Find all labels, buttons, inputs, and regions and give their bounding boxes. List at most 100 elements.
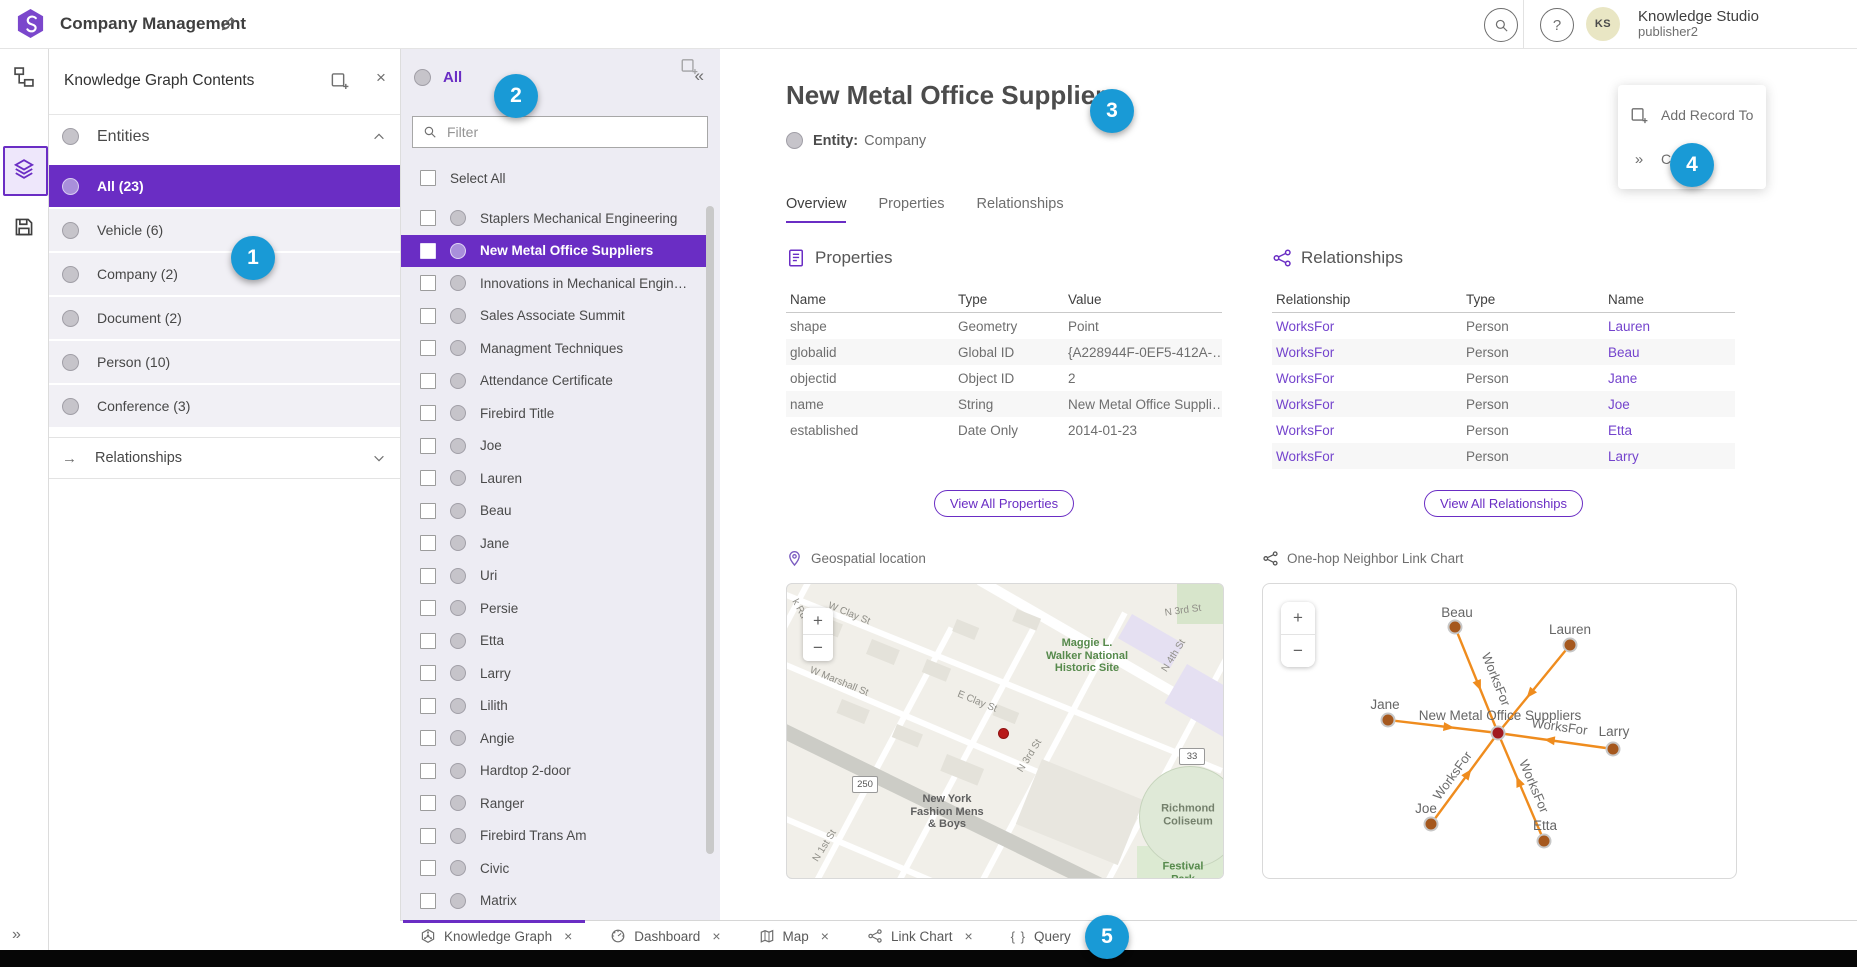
edit-title-icon[interactable] bbox=[220, 15, 237, 32]
graph-node[interactable] bbox=[1425, 818, 1438, 831]
tab-properties[interactable]: Properties bbox=[878, 196, 944, 223]
graph-node[interactable] bbox=[1538, 835, 1551, 848]
filter-input[interactable] bbox=[445, 123, 707, 141]
close-icon[interactable]: × bbox=[964, 928, 972, 944]
record-link[interactable]: WorksFor bbox=[1272, 391, 1462, 417]
checkbox[interactable] bbox=[420, 730, 436, 746]
record-link[interactable]: WorksFor bbox=[1272, 417, 1462, 443]
entity-list-item[interactable]: Ranger bbox=[400, 787, 706, 820]
bottom-tab-map[interactable]: Map× bbox=[759, 928, 829, 944]
entity-list-item[interactable]: Etta bbox=[400, 625, 706, 658]
graph-node[interactable] bbox=[1382, 714, 1395, 727]
record-link[interactable]: Etta bbox=[1604, 417, 1735, 443]
entity-list-item[interactable]: Matrix bbox=[400, 885, 706, 918]
bottom-tab-query[interactable]: { }Query bbox=[1011, 929, 1071, 944]
checkbox[interactable] bbox=[420, 308, 436, 324]
record-location-marker[interactable] bbox=[998, 728, 1009, 739]
entity-list-item[interactable]: Angie bbox=[400, 722, 706, 755]
help-button[interactable]: ? bbox=[1540, 8, 1574, 42]
record-link[interactable]: WorksFor bbox=[1272, 443, 1462, 469]
checkbox[interactable] bbox=[420, 795, 436, 811]
entity-list-item[interactable]: Managment Techniques bbox=[400, 332, 706, 365]
entity-type-item[interactable]: Document (2) bbox=[48, 297, 400, 339]
entity-list-item[interactable]: Persie bbox=[400, 592, 706, 625]
entity-list-item[interactable]: Sales Associate Summit bbox=[400, 300, 706, 333]
zoom-in-button[interactable]: + bbox=[1281, 602, 1315, 635]
entity-list-item[interactable]: Lauren bbox=[400, 462, 706, 495]
layers-icon[interactable] bbox=[13, 158, 35, 180]
checkbox[interactable] bbox=[420, 438, 436, 454]
checkbox[interactable] bbox=[420, 763, 436, 779]
add-record-icon[interactable] bbox=[330, 71, 349, 90]
entity-list-item[interactable]: Firebird Trans Am bbox=[400, 820, 706, 853]
data-model-icon[interactable] bbox=[13, 66, 35, 88]
checkbox[interactable] bbox=[420, 503, 436, 519]
checkbox[interactable] bbox=[420, 893, 436, 909]
record-link[interactable]: Jane bbox=[1604, 365, 1735, 391]
close-icon[interactable]: × bbox=[821, 928, 829, 944]
entity-list-item[interactable]: Larry bbox=[400, 657, 706, 690]
checkbox[interactable] bbox=[420, 243, 436, 259]
checkbox[interactable] bbox=[420, 470, 436, 486]
zoom-out-button[interactable]: − bbox=[1281, 635, 1315, 667]
view-all-properties-button[interactable]: View All Properties bbox=[934, 490, 1074, 517]
checkbox[interactable] bbox=[420, 860, 436, 876]
entity-type-item[interactable]: Company (2) bbox=[48, 253, 400, 295]
checkbox[interactable] bbox=[420, 535, 436, 551]
entity-list-item[interactable]: Uri bbox=[400, 560, 706, 593]
entity-list-item[interactable]: Hardtop 2-door bbox=[400, 755, 706, 788]
chevron-up-icon[interactable] bbox=[372, 130, 386, 144]
bottom-tab-knowledge-graph[interactable]: Knowledge Graph× bbox=[420, 928, 572, 944]
select-all-row[interactable]: Select All bbox=[400, 160, 720, 196]
close-icon[interactable]: × bbox=[564, 928, 572, 944]
entity-type-item[interactable]: Conference (3) bbox=[48, 385, 400, 427]
entities-section-header[interactable]: Entities bbox=[48, 118, 400, 155]
entity-type-item[interactable]: Person (10) bbox=[48, 341, 400, 383]
checkbox[interactable] bbox=[420, 698, 436, 714]
tab-overview[interactable]: Overview bbox=[786, 196, 846, 223]
entity-list-item[interactable]: Lilith bbox=[400, 690, 706, 723]
graph-node[interactable] bbox=[1449, 621, 1462, 634]
expand-rail-icon[interactable]: » bbox=[12, 926, 21, 944]
entity-list-item[interactable]: New Metal Office Suppliers bbox=[400, 235, 706, 268]
entity-type-item[interactable]: Vehicle (6) bbox=[48, 209, 400, 251]
record-link[interactable]: Joe bbox=[1604, 391, 1735, 417]
bottom-tab-dashboard[interactable]: Dashboard× bbox=[610, 928, 720, 944]
entity-list-item[interactable]: Firebird Title bbox=[400, 397, 706, 430]
center-graph-node[interactable] bbox=[1492, 727, 1505, 740]
save-icon[interactable] bbox=[13, 216, 35, 238]
relationships-section-header[interactable]: → Relationships bbox=[48, 437, 400, 479]
record-link[interactable]: Larry bbox=[1604, 443, 1735, 469]
graph-node[interactable] bbox=[1564, 639, 1577, 652]
checkbox[interactable] bbox=[420, 373, 436, 389]
checkbox[interactable] bbox=[420, 405, 436, 421]
close-icon[interactable]: × bbox=[712, 928, 720, 944]
checkbox[interactable] bbox=[420, 275, 436, 291]
checkbox[interactable] bbox=[420, 340, 436, 356]
graph-node[interactable] bbox=[1607, 743, 1620, 756]
entity-list-item[interactable]: Civic bbox=[400, 852, 706, 885]
zoom-in-button[interactable]: + bbox=[803, 608, 833, 635]
entity-list-item[interactable]: Staplers Mechanical Engineering bbox=[400, 202, 706, 235]
menu-item-add-record-to[interactable]: Add Record To bbox=[1618, 93, 1766, 137]
record-link[interactable]: Beau bbox=[1604, 339, 1735, 365]
entity-list-item[interactable]: Beau bbox=[400, 495, 706, 528]
chevron-down-icon[interactable] bbox=[372, 451, 386, 465]
user-info[interactable]: Knowledge Studio publisher2 bbox=[1638, 8, 1759, 40]
select-all-checkbox[interactable] bbox=[420, 170, 436, 186]
record-link[interactable]: Lauren bbox=[1604, 313, 1735, 340]
geospatial-map[interactable]: k RdW Clay StW Marshall StE Clay StN 3rd… bbox=[786, 583, 1224, 879]
tab-relationships[interactable]: Relationships bbox=[977, 196, 1064, 223]
add-record-icon[interactable] bbox=[680, 57, 698, 75]
checkbox[interactable] bbox=[420, 828, 436, 844]
checkbox[interactable] bbox=[420, 665, 436, 681]
one-hop-link-chart[interactable]: WorksForWorksForWorksForWorksForBeauLaur… bbox=[1262, 583, 1737, 879]
bottom-tab-link-chart[interactable]: Link Chart× bbox=[867, 928, 973, 944]
checkbox[interactable] bbox=[420, 633, 436, 649]
entity-type-item[interactable]: All (23) bbox=[48, 165, 400, 207]
view-all-relationships-button[interactable]: View All Relationships bbox=[1424, 490, 1583, 517]
entity-list-item[interactable]: Jane bbox=[400, 527, 706, 560]
zoom-out-button[interactable]: − bbox=[803, 635, 833, 661]
checkbox[interactable] bbox=[420, 600, 436, 616]
checkbox[interactable] bbox=[420, 210, 436, 226]
